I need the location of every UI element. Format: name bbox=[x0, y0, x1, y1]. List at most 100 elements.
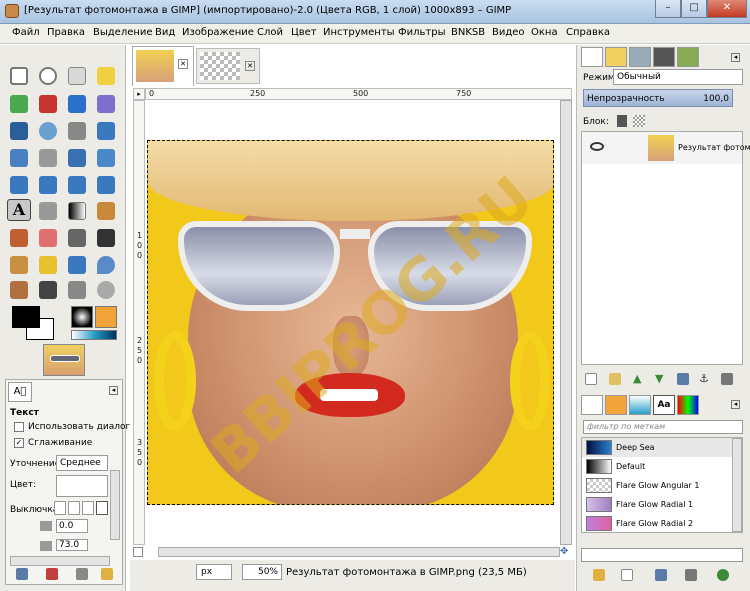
text-tool-icon[interactable]: A bbox=[7, 199, 31, 221]
color-picker-icon[interactable] bbox=[10, 122, 28, 140]
menu-layer[interactable]: Слой bbox=[257, 27, 283, 38]
smudge-icon[interactable] bbox=[10, 281, 28, 299]
menu-color[interactable]: Цвет bbox=[291, 27, 317, 38]
menu-image[interactable]: Изображение bbox=[182, 27, 254, 38]
menu-bnksb[interactable]: BNKSB bbox=[451, 27, 485, 38]
shear-icon[interactable] bbox=[10, 176, 28, 194]
cage-transform-icon[interactable] bbox=[97, 176, 115, 194]
move-icon[interactable] bbox=[97, 122, 115, 140]
clone-icon[interactable] bbox=[10, 256, 28, 274]
spiral-icon[interactable] bbox=[97, 281, 115, 299]
duplicate-gradient-icon[interactable] bbox=[655, 569, 667, 581]
hinting-select[interactable]: Среднее bbox=[56, 455, 108, 471]
dodge-burn-icon[interactable] bbox=[39, 281, 57, 299]
gradient-item[interactable]: Default bbox=[582, 457, 732, 476]
tool-options-vscrollbar[interactable] bbox=[110, 470, 120, 540]
canvas-hscrollbar[interactable] bbox=[158, 547, 560, 557]
delete-layer-icon[interactable] bbox=[721, 373, 733, 385]
justify-right-button[interactable] bbox=[68, 501, 80, 515]
align-icon[interactable] bbox=[10, 149, 28, 167]
delete-tool-options-icon[interactable] bbox=[76, 568, 88, 580]
active-image-thumbnail[interactable] bbox=[43, 344, 85, 376]
lock-pixels-icon[interactable] bbox=[617, 115, 627, 127]
foreground-select-icon[interactable] bbox=[68, 95, 86, 113]
minimize-button[interactable]: – bbox=[655, 0, 681, 18]
channels-tab[interactable] bbox=[605, 47, 627, 67]
save-tool-options-icon[interactable] bbox=[16, 568, 28, 580]
rect-select-icon[interactable] bbox=[10, 67, 28, 85]
tool-options-tab[interactable]: A⃝ bbox=[8, 382, 32, 402]
heal-icon[interactable] bbox=[39, 256, 57, 274]
menu-file[interactable]: Файл bbox=[12, 27, 40, 38]
menu-windows[interactable]: Окна bbox=[531, 27, 558, 38]
image-canvas[interactable]: BBIPROG.RU bbox=[147, 140, 554, 505]
menu-edit[interactable]: Правка bbox=[47, 27, 85, 38]
scissors-icon[interactable] bbox=[39, 95, 57, 113]
undo-history-tab[interactable] bbox=[653, 47, 675, 67]
lower-layer-icon[interactable]: ▼ bbox=[655, 373, 667, 385]
patterns-dock-tab[interactable] bbox=[605, 395, 627, 415]
indent-input[interactable]: 0.0 bbox=[56, 519, 88, 533]
fuzzy-select-icon[interactable] bbox=[97, 67, 115, 85]
new-group-icon[interactable] bbox=[609, 373, 621, 385]
maximize-button[interactable]: □ bbox=[681, 0, 707, 18]
mode-select[interactable]: Обычный bbox=[613, 69, 743, 85]
gradients-dock-tab[interactable] bbox=[629, 395, 651, 415]
paths-tab[interactable] bbox=[629, 47, 651, 67]
tool-options-panel-menu-icon[interactable]: ◂ bbox=[109, 386, 118, 395]
gradient-view-select[interactable] bbox=[581, 548, 743, 562]
measure-icon[interactable] bbox=[68, 122, 86, 140]
gradient-item[interactable]: Deep Sea bbox=[582, 438, 732, 457]
airbrush-icon[interactable] bbox=[68, 229, 86, 247]
menu-help[interactable]: Справка bbox=[566, 27, 610, 38]
perspective-clone-icon[interactable] bbox=[68, 256, 86, 274]
rotate-icon[interactable] bbox=[68, 149, 86, 167]
brushes-dock-tab[interactable] bbox=[581, 395, 603, 415]
image-tab-second[interactable]: ✕ bbox=[196, 48, 260, 84]
pencil-icon[interactable] bbox=[97, 202, 115, 220]
reset-tool-options-icon[interactable] bbox=[101, 568, 113, 580]
menu-video[interactable]: Видео bbox=[492, 27, 525, 38]
eye-icon[interactable] bbox=[590, 142, 604, 151]
menu-filters[interactable]: Фильтры bbox=[398, 27, 445, 38]
zoom-to-fit-icon[interactable] bbox=[133, 547, 143, 557]
eraser-icon[interactable] bbox=[39, 229, 57, 247]
canvas-area[interactable]: BBIPROG.RU bbox=[145, 100, 560, 545]
canvas-vscrollbar[interactable] bbox=[560, 100, 572, 545]
gradient-item[interactable]: Flare Glow Radial 1 bbox=[582, 495, 732, 514]
paths-icon[interactable] bbox=[97, 95, 115, 113]
new-gradient-icon[interactable] bbox=[621, 569, 633, 581]
antialias-checkbox[interactable]: ✓ bbox=[14, 438, 24, 448]
new-layer-icon[interactable] bbox=[585, 373, 597, 385]
restore-tool-options-icon[interactable] bbox=[46, 568, 58, 580]
spacing-input[interactable]: 73.0 bbox=[56, 539, 88, 551]
edit-gradient-icon[interactable] bbox=[593, 569, 605, 581]
tool-options-hscrollbar[interactable] bbox=[10, 556, 110, 566]
text-color-button[interactable] bbox=[56, 475, 108, 497]
ellipse-select-icon[interactable] bbox=[39, 67, 57, 85]
fonts-dock-tab[interactable]: Aa bbox=[653, 395, 675, 415]
menu-select[interactable]: Выделение bbox=[93, 27, 153, 38]
justify-fill-button[interactable] bbox=[96, 501, 108, 515]
image-tab-active[interactable]: ✕ bbox=[132, 46, 194, 86]
anchor-layer-icon[interactable]: ⚓ bbox=[699, 373, 711, 385]
zoom-select[interactable]: 50% bbox=[242, 564, 282, 580]
gradients-panel-menu-icon[interactable]: ◂ bbox=[731, 400, 740, 409]
zoom-icon[interactable] bbox=[39, 122, 57, 140]
justify-center-button[interactable] bbox=[82, 501, 94, 515]
lock-alpha-icon[interactable] bbox=[633, 115, 645, 127]
gegl-icon[interactable] bbox=[68, 281, 86, 299]
perspective-icon[interactable] bbox=[39, 176, 57, 194]
blend-icon[interactable] bbox=[68, 202, 86, 220]
delete-gradient-icon[interactable] bbox=[685, 569, 697, 581]
gradients-vscrollbar[interactable] bbox=[732, 438, 742, 532]
free-select-icon[interactable] bbox=[68, 67, 86, 85]
foreground-color-swatch[interactable] bbox=[12, 306, 40, 328]
flip-icon[interactable] bbox=[68, 176, 86, 194]
gradient-item[interactable]: Flare Glow Radial 2 bbox=[582, 514, 732, 532]
scale-icon[interactable] bbox=[97, 149, 115, 167]
brushes-tab[interactable] bbox=[677, 47, 699, 67]
raise-layer-icon[interactable]: ▲ bbox=[633, 373, 645, 385]
select-by-color-icon[interactable] bbox=[10, 95, 28, 113]
brush-preview[interactable] bbox=[71, 306, 93, 328]
